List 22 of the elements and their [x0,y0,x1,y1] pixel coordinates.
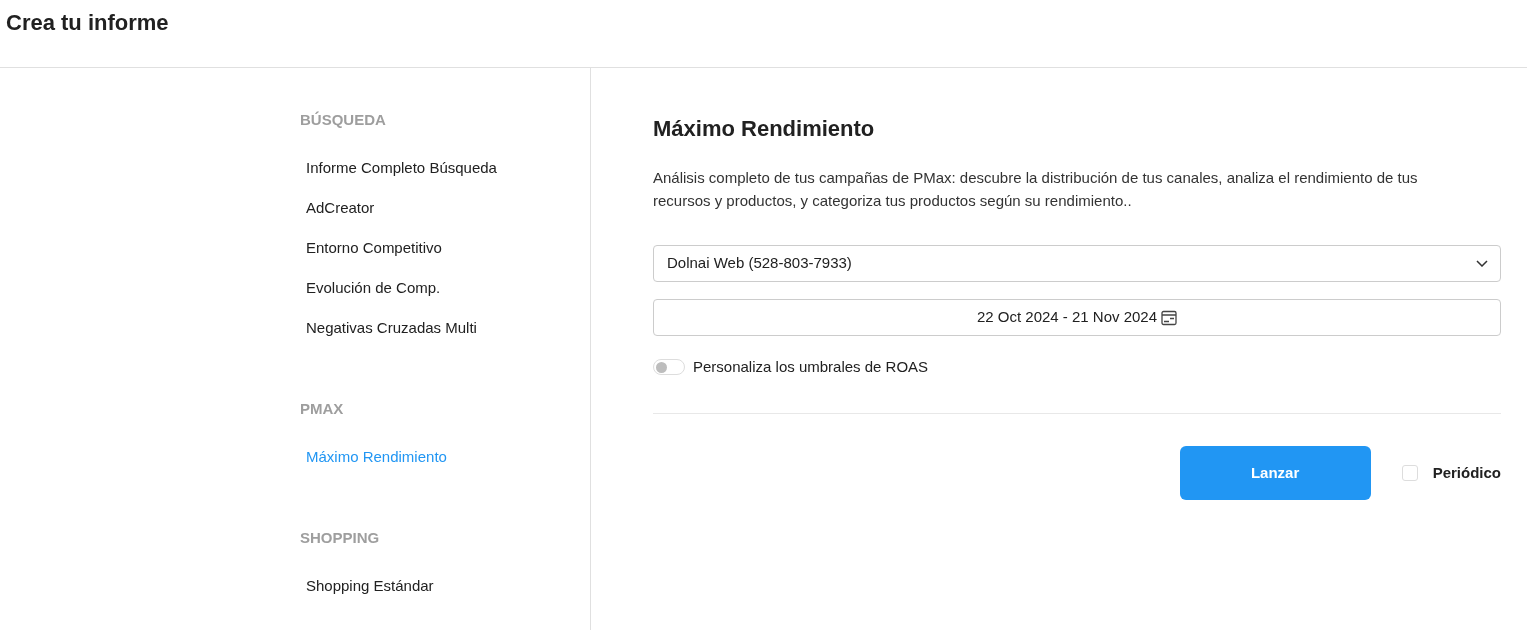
account-select[interactable]: Dolnai Web (528-803-7933) [653,245,1501,282]
report-description: Análisis completo de tus campañas de PMax: descubre la distribución de tus canales, analiza el rendimiento de tus recursos y productos, y categoriza tus productos según su rendimiento.. [653,168,1419,211]
section-heading: SHOPPING [300,528,380,548]
account-select-value: Dolnai Web (528-803-7933) [667,253,852,274]
roas-toggle[interactable] [653,359,685,375]
sidebar-item[interactable]: Evolución de Comp. [306,278,441,298]
periodic-label: Periódico [1432,462,1501,483]
roas-toggle-label: Personaliza los umbrales de ROAS [693,357,929,377]
chevron-down-icon [1476,260,1488,267]
section-heading: PMAX [300,399,344,419]
page-title: Crea tu informe [6,9,169,37]
calendar-icon [1161,309,1178,326]
sidebar-item[interactable]: Negativas Cruzadas Multi [306,318,477,338]
sidebar-item[interactable]: Shopping Estándar [306,576,434,596]
periodic-checkbox[interactable] [1401,465,1418,481]
sidebar-item[interactable]: Entorno Competitivo [306,238,442,258]
sidebar-item[interactable]: AdCreator [306,198,375,218]
section-heading: BÚSQUEDA [300,110,386,130]
report-title: Máximo Rendimiento [653,115,875,143]
date-range-field[interactable]: 22 Oct 2024 - 21 Nov 2024 [653,299,1501,336]
sidebar-item[interactable]: Informe Completo Búsqueda [306,158,497,178]
date-range-value: 22 Oct 2024 - 21 Nov 2024 [976,307,1158,328]
